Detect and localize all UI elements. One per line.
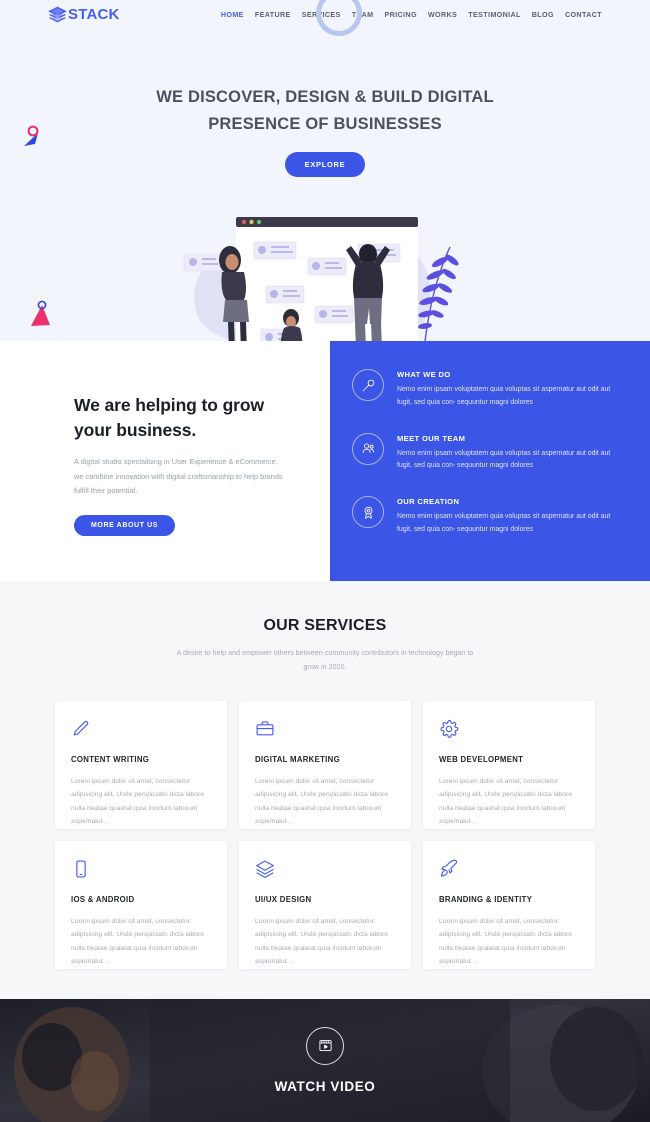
services-card-grid: CONTENT WRITING Lorem ipsum dolor sit am… bbox=[0, 700, 650, 969]
briefcase-icon bbox=[255, 719, 395, 745]
service-card-branding-identity[interactable]: BRANDING & IDENTITY Lorem ipsum dolor si… bbox=[423, 840, 595, 969]
service-title: IOS & ANDROID bbox=[71, 894, 135, 904]
feature-title: OUR CREATION bbox=[397, 497, 460, 507]
service-desc: Lorem ipsum dolor sit amet, consectetur … bbox=[71, 777, 205, 826]
feature-title: WHAT WE DO bbox=[397, 370, 451, 379]
service-desc: Lorem ipsum dolor sit amet, consectetur … bbox=[439, 777, 573, 826]
feature-body: OUR CREATION Nemo enim ipsam voluptatem … bbox=[397, 494, 624, 537]
about-section: We are helping to grow your business. A … bbox=[0, 341, 650, 581]
service-desc: Lorem ipsum dolor sit amet, consectetur … bbox=[255, 777, 389, 826]
feature-title: MEET OUR TEAM bbox=[397, 433, 466, 443]
service-title: CONTENT WRITING bbox=[71, 754, 150, 764]
layers-icon bbox=[255, 859, 395, 885]
services-heading: OUR SERVICES bbox=[263, 617, 387, 634]
feature-desc: Nemo enim ipsam voluptatem quia voluptas… bbox=[397, 513, 611, 533]
explore-button[interactable]: EXPLORE bbox=[284, 152, 366, 178]
hero-title-line1: WE DISCOVER, DESIGN & BUILD DIGITAL bbox=[156, 88, 494, 106]
award-badge-icon bbox=[352, 496, 384, 529]
services-section: OUR SERVICES A desire to help and empowe… bbox=[0, 581, 650, 999]
service-card-digital-marketing[interactable]: DIGITAL MARKETING Lorem ipsum dolor sit … bbox=[239, 700, 411, 829]
about-copy: We are helping to grow your business. A … bbox=[0, 341, 330, 581]
nav-item-feature[interactable]: FEATURE bbox=[255, 10, 291, 19]
nav-item-home[interactable]: HOME bbox=[221, 10, 244, 19]
nav-item-testimonial[interactable]: TESTIMONIAL bbox=[468, 10, 521, 19]
pin-decoration-icon bbox=[18, 124, 44, 150]
about-heading-line1: We are helping to grow bbox=[74, 395, 264, 415]
feature-body: WHAT WE DO Nemo enim ipsam voluptatem qu… bbox=[397, 367, 624, 410]
feature-item-meet-our-team[interactable]: MEET OUR TEAM Nemo enim ipsam voluptatem… bbox=[352, 431, 624, 474]
video-content: WATCH VIDEO bbox=[0, 999, 650, 1122]
smartphone-icon bbox=[71, 859, 211, 885]
service-card-content-writing[interactable]: CONTENT WRITING Lorem ipsum dolor sit am… bbox=[55, 700, 227, 829]
video-play-icon[interactable] bbox=[306, 1026, 344, 1065]
feature-body: MEET OUR TEAM Nemo enim ipsam voluptatem… bbox=[397, 431, 624, 474]
service-desc: Lorem ipsum dolor sit amet, consectetur … bbox=[71, 917, 205, 966]
microphone-icon bbox=[352, 369, 384, 401]
users-icon bbox=[352, 432, 384, 465]
rocket-icon bbox=[439, 859, 579, 885]
hero-section: WE DISCOVER, DESIGN & BUILD DIGITAL PRES… bbox=[0, 28, 650, 341]
service-title: UI/UX DESIGN bbox=[255, 894, 312, 904]
hero-cta-wrap: EXPLORE bbox=[0, 152, 650, 178]
feature-desc: Nemo enim ipsam voluptatem quia voluptas… bbox=[397, 386, 611, 406]
service-title: DIGITAL MARKETING bbox=[255, 754, 340, 764]
service-desc: Lorem ipsum dolor sit amet, consectetur … bbox=[255, 917, 389, 966]
brand-name: STACK bbox=[68, 5, 120, 23]
feature-desc: Nemo enim ipsam voluptatem quia voluptas… bbox=[397, 449, 611, 470]
about-heading-line2: your business. bbox=[74, 419, 197, 440]
triangle-decoration-icon bbox=[28, 300, 54, 328]
watch-video-section: WATCH VIDEO bbox=[0, 998, 650, 1122]
brand-logo[interactable]: STACK bbox=[48, 5, 120, 24]
about-paragraph: A digital studio specialising in User Ex… bbox=[74, 456, 283, 496]
nav-item-pricing[interactable]: PRICING bbox=[384, 10, 416, 19]
feature-item-our-creation[interactable]: OUR CREATION Nemo enim ipsam voluptatem … bbox=[352, 494, 624, 537]
service-desc: Lorem ipsum dolor sit amet, consectetur … bbox=[439, 917, 573, 966]
landing-page: STACK HOME FEATURE SERVICES TEAM PRICING… bbox=[0, 0, 650, 1122]
service-card-web-development[interactable]: WEB DEVELOPMENT Lorem ipsum dolor sit am… bbox=[423, 700, 595, 829]
service-title: BRANDING & IDENTITY bbox=[439, 894, 533, 904]
service-title: WEB DEVELOPMENT bbox=[439, 754, 524, 764]
stack-layers-icon bbox=[48, 5, 67, 24]
services-subtitle: A desire to help and empower others betw… bbox=[176, 648, 474, 672]
more-about-us-button[interactable]: MORE ABOUT US bbox=[74, 515, 176, 537]
about-heading: We are helping to grow your business. bbox=[74, 393, 284, 443]
hero-title-line2: PRESENCE OF BUSINESSES bbox=[208, 115, 442, 134]
features-panel: WHAT WE DO Nemo enim ipsam voluptatem qu… bbox=[330, 341, 650, 581]
service-card-ui-ux-design[interactable]: UI/UX DESIGN Lorem ipsum dolor sit amet,… bbox=[239, 840, 411, 969]
pencil-icon bbox=[71, 719, 211, 745]
feature-item-what-we-do[interactable]: WHAT WE DO Nemo enim ipsam voluptatem qu… bbox=[352, 367, 624, 410]
service-card-ios-android[interactable]: IOS & ANDROID Lorem ipsum dolor sit amet… bbox=[55, 840, 227, 969]
nav-item-works[interactable]: WORKS bbox=[428, 10, 457, 19]
nav-item-blog[interactable]: BLOG bbox=[532, 10, 554, 19]
team-browser-illustration bbox=[178, 202, 472, 341]
main-navigation: HOME FEATURE SERVICES TEAM PRICING WORKS… bbox=[221, 10, 602, 19]
watch-video-label: WATCH VIDEO bbox=[274, 1078, 376, 1094]
nav-item-contact[interactable]: CONTACT bbox=[565, 10, 602, 19]
gear-icon bbox=[439, 719, 579, 745]
hero-title: WE DISCOVER, DESIGN & BUILD DIGITAL PRES… bbox=[0, 28, 650, 138]
